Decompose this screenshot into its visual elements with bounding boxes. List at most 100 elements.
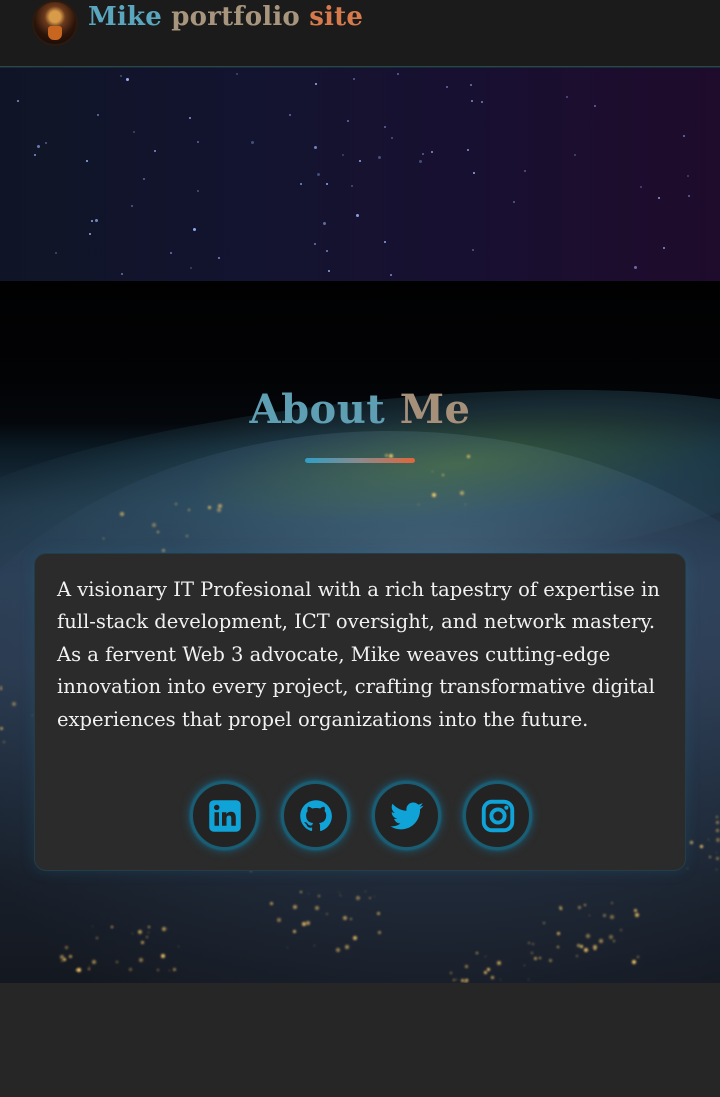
city-light	[716, 820, 719, 824]
star-dot	[326, 250, 328, 252]
city-light	[172, 967, 176, 971]
about-heading: About Me	[0, 386, 720, 433]
logo-word-site: site	[309, 2, 364, 32]
city-light	[556, 945, 559, 948]
page-footer-area	[0, 983, 720, 1097]
twitter-button[interactable]	[373, 782, 440, 849]
city-light	[483, 970, 487, 974]
city-light	[68, 954, 72, 958]
star-dot	[323, 222, 326, 225]
city-light	[306, 920, 311, 925]
about-heading-word1: About	[249, 386, 386, 433]
city-light	[583, 903, 586, 906]
star-dot	[315, 83, 317, 85]
star-dot	[289, 114, 291, 116]
star-dot	[236, 73, 238, 75]
city-light	[475, 951, 478, 954]
star-dot	[687, 175, 689, 177]
star-dot	[467, 149, 469, 151]
city-light	[620, 928, 623, 931]
star-dot	[524, 170, 526, 172]
city-light	[460, 490, 465, 495]
star-dot	[131, 205, 133, 207]
city-light	[548, 959, 552, 963]
star-dot	[594, 105, 596, 107]
star-dot	[473, 172, 475, 174]
star-dot	[197, 190, 199, 192]
star-dot	[391, 137, 393, 139]
star-dot	[513, 201, 515, 203]
city-light	[707, 838, 709, 840]
city-light	[613, 939, 616, 942]
instagram-button[interactable]	[464, 782, 531, 849]
city-light	[292, 904, 297, 909]
star-dot	[317, 173, 320, 176]
avatar[interactable]	[32, 0, 78, 46]
star-dot	[347, 120, 349, 122]
site-logo[interactable]: Mike portfolio site	[88, 2, 363, 38]
city-light	[460, 979, 464, 982]
about-card: A visionary IT Profesional with a rich t…	[34, 553, 686, 871]
github-button[interactable]	[282, 782, 349, 849]
heading-underline	[305, 458, 415, 463]
star-dot	[422, 153, 424, 155]
city-light	[608, 934, 613, 939]
star-dot	[37, 145, 40, 148]
star-dot	[45, 142, 47, 144]
star-dot	[55, 252, 57, 254]
city-light	[499, 979, 501, 980]
star-dot	[170, 252, 172, 254]
city-light	[12, 701, 17, 706]
city-light	[417, 504, 419, 506]
city-light	[187, 508, 190, 511]
star-dot	[640, 186, 642, 188]
city-light	[579, 945, 583, 949]
star-dot	[154, 150, 156, 152]
star-dot	[390, 274, 392, 276]
city-light	[139, 930, 141, 932]
star-dot	[663, 247, 665, 249]
star-dot	[34, 154, 36, 156]
star-dot	[342, 154, 344, 156]
city-light	[2, 740, 5, 743]
city-light	[452, 979, 455, 981]
city-light	[286, 946, 288, 948]
city-light	[533, 956, 537, 960]
star-dot	[566, 96, 568, 98]
star-dot	[251, 141, 254, 144]
city-light	[110, 925, 113, 928]
linkedin-button[interactable]	[191, 782, 258, 849]
city-light	[716, 828, 719, 832]
city-light	[593, 944, 598, 949]
city-light	[585, 934, 590, 939]
linkedin-icon	[208, 799, 241, 832]
star-dot	[121, 273, 123, 275]
city-light	[145, 935, 148, 938]
city-light	[441, 473, 444, 476]
star-dot	[97, 114, 99, 116]
star-dot	[356, 214, 359, 217]
star-dot	[190, 267, 192, 269]
star-dot	[472, 249, 474, 251]
city-light	[687, 867, 688, 869]
site-header: Mike portfolio site	[0, 0, 720, 67]
city-light	[217, 504, 222, 509]
city-light	[207, 506, 211, 510]
star-dot	[419, 160, 422, 163]
about-heading-word2: Me	[399, 386, 471, 433]
city-light	[603, 913, 607, 917]
city-light	[530, 952, 533, 954]
city-light	[636, 956, 639, 959]
star-dot	[397, 73, 399, 75]
city-light	[716, 868, 717, 870]
instagram-icon	[481, 799, 514, 832]
star-dot	[133, 131, 135, 133]
star-dot	[431, 151, 433, 153]
bio-text: A visionary IT Profesional with a rich t…	[57, 578, 660, 731]
star-dot	[574, 154, 576, 156]
city-light	[147, 931, 149, 933]
city-light	[716, 837, 720, 842]
star-dot	[446, 86, 448, 88]
star-dot	[95, 219, 98, 222]
city-light	[538, 956, 541, 959]
